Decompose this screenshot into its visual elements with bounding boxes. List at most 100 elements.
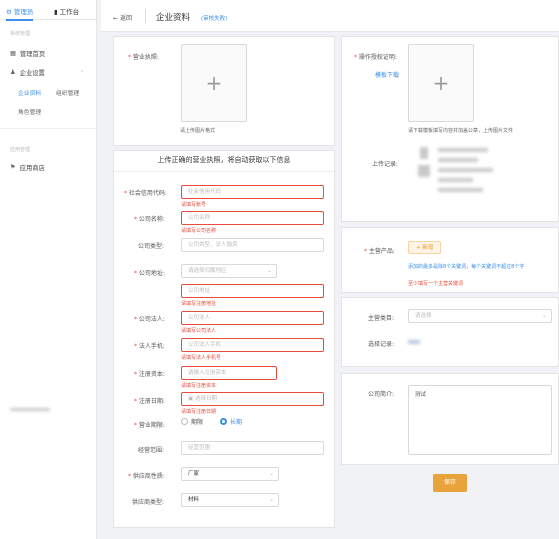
license-hint: 请上传图片格式 [180, 128, 216, 134]
sidebar-item-enterprise[interactable]: ♟ 企业设置 ⌃ [10, 68, 84, 77]
license-upload[interactable]: + [181, 44, 247, 122]
log-text [438, 188, 483, 192]
region-select[interactable]: 请选择归属地区 ⌄ [181, 264, 277, 278]
legal-input[interactable]: 公司法人 [181, 311, 324, 325]
sidebar-item-home[interactable]: ▦ 管理首页 [10, 49, 45, 58]
legal-label: 公司法人: [134, 314, 165, 323]
log-thumb [418, 165, 430, 177]
save-button[interactable]: 保存 [433, 474, 467, 492]
log-text [438, 158, 478, 162]
sidebar-item-profile[interactable]: 企业资料 [18, 88, 41, 97]
plus-icon: + [205, 71, 223, 95]
auth-upload[interactable]: + [408, 44, 474, 122]
company-form: 上传正确的营业执照，将自动获取以下信息 社会信用代码: 社会信用代码 请填写账号… [113, 150, 335, 528]
template-download-link[interactable]: 模板下载 [375, 70, 399, 79]
products-hint: 添加的最多是除8个关键词，每个关键词不超过8个字 [408, 264, 525, 270]
select-log-label: 选择记录: [368, 341, 395, 348]
capital-input[interactable]: 请输入注册资本 [181, 366, 277, 380]
credit-error: 请填写账号 [181, 202, 207, 208]
scope-input[interactable]: 经营范围 [181, 441, 324, 455]
form-title: 上传正确的营业执照，将自动获取以下信息 [157, 156, 291, 164]
intro-card: 公司简介: 测试 [341, 373, 559, 465]
log-text [438, 148, 488, 152]
sidebar-item-store[interactable]: ⚑ 应用商店 [10, 163, 45, 172]
intro-textarea[interactable]: 测试 [408, 385, 552, 455]
category-select[interactable]: 请选择 ⌄ [408, 309, 552, 323]
sidebar-tabs: ⚙ 管理员 ▮ 工作台 [0, 0, 97, 21]
phone-label: 法人手机: [134, 341, 165, 350]
intro-label: 公司简介: [368, 391, 395, 398]
section-system: 系统管理 [10, 31, 31, 37]
sidebar-item-roles[interactable]: 角色管理 [18, 107, 41, 116]
divider [0, 128, 97, 129]
legal-error: 请填写公司法人 [181, 328, 217, 334]
period-label: 营业期限: [134, 420, 165, 429]
sidebar: ⚙ 管理员 ▮ 工作台 系统管理 ▦ 管理首页 ♟ 企业设置 ⌃ 企业资料 组织… [0, 0, 97, 539]
address-label: 公司地址: [134, 268, 165, 277]
supplier-type-select[interactable]: 材料 ⌄ [181, 493, 279, 507]
credit-input[interactable]: 社会信用代码 [181, 185, 324, 199]
chevron-down-icon: ⌄ [268, 470, 274, 477]
auth-card: 操作授权证明: 模板下载 + 请下载模板填写内容并加盖公章，上传图片文件 上传记… [341, 36, 559, 222]
tab-workbench[interactable]: ▮ 工作台 [54, 6, 79, 16]
chevron-up-icon: ⌃ [80, 69, 85, 76]
chevron-down-icon: ⌄ [541, 312, 547, 319]
chart-icon: ▮ [54, 8, 58, 16]
scope-label: 经营范围: [138, 447, 165, 454]
auth-hint: 请下载模板填写内容并加盖公章，上传图片文件 [408, 128, 514, 134]
page-header: ← 返回 企业资料 (审核失败) [101, 0, 559, 32]
type-label: 公司类型: [138, 243, 165, 250]
chevron-down-icon: ⌄ [266, 267, 272, 274]
calendar-icon: ▣ [188, 396, 194, 402]
plus-icon: + [432, 71, 450, 95]
category-label: 主营类目: [368, 315, 395, 322]
products-card: 主营产品: + 新增 添加的最多是除8个关键词，每个关键词不超过8个字 至少填写… [341, 227, 559, 293]
status-badge: (审核失败) [201, 16, 228, 22]
store-icon: ⚑ [10, 164, 16, 171]
upload-log-label: 上传记录: [372, 161, 399, 168]
nature-label: 供应商性质: [128, 471, 165, 480]
category-card: 主营类目: 请选择 ⌄ 选择记录: [341, 297, 559, 367]
log-thumb [420, 147, 428, 159]
page-title: 企业资料 [156, 13, 191, 23]
chevron-down-icon: ⌄ [268, 496, 274, 503]
phone-error: 请填写法人手机号 [181, 355, 222, 361]
type-input[interactable]: 公司类型，法人独资 [181, 238, 324, 252]
phone-input[interactable]: 公司法人手机 [181, 338, 324, 352]
arrow-left-icon: ← [113, 15, 119, 22]
select-log-value [408, 340, 420, 344]
section-apps: 应用管理 [10, 147, 31, 153]
tab-admin[interactable]: ⚙ 管理员 [6, 6, 34, 21]
date-input[interactable]: ▣ 选择日期 [181, 392, 324, 406]
auth-label: 操作授权证明: [354, 52, 397, 61]
radio-unchecked-icon [181, 418, 188, 425]
capital-error: 请填写注册资本 [181, 383, 217, 389]
license-card: 营业执照: + 请上传图片格式 [113, 36, 335, 146]
form-divider [114, 171, 334, 172]
name-error: 请填写公司名称 [181, 228, 217, 234]
add-product-tag[interactable]: + 新增 [408, 241, 442, 254]
admin-icon: ⚙ [6, 8, 12, 16]
date-error: 请填写注册日期 [181, 409, 217, 415]
capital-label: 注册资本: [134, 369, 165, 378]
date-label: 注册日期: [134, 396, 165, 405]
address-input[interactable]: 公司地址 [181, 284, 324, 298]
products-label: 主营产品: [364, 246, 395, 255]
credit-label: 社会信用代码: [124, 188, 167, 197]
supplier-type-label: 供应商类型: [132, 499, 165, 506]
products-error: 至少填写一个主营关键词 [408, 281, 464, 287]
radio-checked-icon [220, 418, 227, 425]
address-error: 请填写注册地址 [181, 301, 217, 307]
header-divider [145, 9, 146, 23]
nature-select[interactable]: 厂家 ⌄ [181, 467, 279, 481]
name-input[interactable]: 公司名称 [181, 211, 324, 225]
period-radio-long[interactable]: 长期 [220, 417, 242, 426]
name-label: 公司名称: [134, 214, 165, 223]
log-text [438, 178, 473, 182]
version-text [10, 408, 50, 411]
grid-icon: ▦ [10, 50, 16, 57]
period-radio-term[interactable]: 期限 [181, 417, 203, 426]
log-text [438, 168, 493, 172]
sidebar-item-org[interactable]: 组织管理 [56, 88, 79, 97]
back-button[interactable]: ← 返回 [113, 13, 132, 22]
